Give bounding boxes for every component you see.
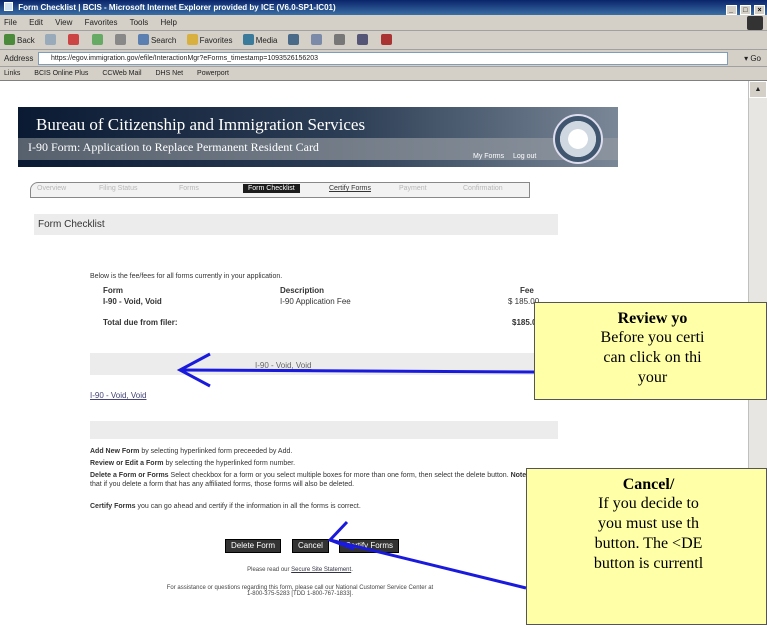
go-button[interactable]: ▾ Go (744, 50, 761, 67)
certify-forms-button[interactable]: Certify Forms (339, 539, 399, 553)
search-icon (137, 34, 149, 45)
site-banner: Bureau of Citizenship and Immigration Se… (18, 107, 618, 167)
history-icon (287, 34, 299, 45)
menu-file[interactable]: File (4, 18, 17, 27)
address-bar: Address https://egov.immigration.gov/efi… (0, 50, 767, 67)
window-title: Form Checklist | BCIS - Microsoft Intern… (18, 3, 336, 12)
links-label: Links (4, 70, 21, 77)
refresh-button[interactable] (91, 31, 105, 50)
fee-row-description: I-90 Application Fee (280, 297, 351, 306)
menu-bar: File Edit View Favorites Tools Help (0, 15, 767, 31)
my-forms-link[interactable]: My Forms (473, 153, 504, 160)
tab-confirmation: Confirmation (463, 185, 503, 192)
log-out-link[interactable]: Log out (513, 153, 536, 160)
form-subtitle: I-90 Form: Application to Replace Perman… (28, 140, 319, 154)
link-bcis-online-plus[interactable]: BCIS Online Plus (34, 70, 88, 77)
link-dhs-net[interactable]: DHS Net (155, 70, 183, 77)
assistance-note: For assistance or questions regarding th… (166, 585, 434, 597)
cancel-callout: Cancel/ If you decide to you must use th… (526, 468, 767, 625)
cancel-callout-line-3: button. The <DE (594, 535, 703, 552)
back-arrow-icon (4, 34, 15, 45)
print-button[interactable] (334, 31, 347, 50)
form-group-title[interactable]: I-90 - Void, Void (255, 361, 311, 370)
fees-intro-text: Below is the fee/fees for all forms curr… (90, 273, 283, 280)
secure-site-note: Please read our Secure Site Statement. (247, 567, 353, 573)
back-button[interactable]: Back (4, 31, 35, 50)
edit-button[interactable] (357, 31, 370, 50)
help-add-form: Add New Form by selecting hyperlinked fo… (90, 448, 293, 455)
menu-tools[interactable]: Tools (130, 18, 149, 27)
search-button[interactable]: Search (137, 31, 176, 50)
tab-payment: Payment (399, 185, 427, 192)
scroll-up-arrow-icon[interactable]: ▲ (749, 81, 767, 98)
review-callout-title: Review yo (617, 310, 688, 327)
menu-edit[interactable]: Edit (29, 18, 43, 27)
stop-icon (68, 34, 80, 45)
cancel-callout-title: Cancel/ (622, 476, 675, 493)
cancel-button[interactable]: Cancel (292, 539, 329, 553)
total-label: Total due from filer: (103, 318, 178, 327)
col-header-fee: Fee (520, 286, 534, 295)
review-callout-line-3: your (637, 369, 668, 386)
cancel-callout-line-4: button is currentl (593, 555, 704, 572)
col-header-description: Description (280, 286, 325, 295)
secure-site-statement-link[interactable]: Secure Site Statement (291, 567, 351, 573)
col-header-form: Form (103, 286, 123, 295)
window-titlebar: Form Checklist | BCIS - Microsoft Intern… (0, 0, 767, 15)
links-bar: Links BCIS Online Plus CCWeb Mail DHS Ne… (0, 67, 767, 81)
discuss-icon (380, 34, 392, 45)
progress-tabs: Overview Filing Status Forms Form Checkl… (30, 182, 530, 198)
forward-button[interactable] (45, 31, 58, 50)
review-callout: Review yo Before you certi can click on … (534, 302, 767, 400)
org-title: Bureau of Citizenship and Immigration Se… (36, 115, 366, 134)
ie-icon (4, 2, 13, 11)
fee-row-form: I-90 - Void, Void (103, 297, 162, 306)
section-divider (90, 421, 558, 439)
maximize-button[interactable]: □ (739, 5, 751, 15)
address-input[interactable]: https://egov.immigration.gov/efile/Inter… (38, 52, 728, 65)
history-button[interactable] (287, 31, 301, 50)
browser-toolbar: Back Search Favorites Media (0, 31, 767, 50)
close-button[interactable]: × (754, 5, 765, 15)
edit-icon (357, 34, 369, 45)
section-heading: Form Checklist (34, 214, 558, 235)
favorites-star-icon (186, 34, 198, 45)
link-powerport[interactable]: Powerport (197, 70, 229, 77)
home-icon (114, 34, 126, 45)
form-group-header (90, 353, 558, 375)
address-label: Address (4, 54, 34, 63)
mail-button[interactable] (310, 31, 324, 50)
stop-button[interactable] (68, 31, 81, 50)
menu-help[interactable]: Help (161, 18, 177, 27)
favorites-button[interactable]: Favorites (186, 31, 232, 50)
cancel-callout-line-2: you must use th (598, 515, 699, 532)
link-ccweb-mail[interactable]: CCWeb Mail (102, 70, 141, 77)
menu-view[interactable]: View (55, 18, 72, 27)
help-certify-forms: Certify Forms you can go ahead and certi… (90, 503, 361, 510)
forward-arrow-icon (45, 34, 57, 45)
tab-forms: Forms (179, 185, 199, 192)
form-edit-link[interactable]: I-90 - Void, Void (90, 391, 146, 400)
windows-logo-icon (747, 16, 763, 30)
refresh-icon (91, 34, 103, 45)
home-button[interactable] (114, 31, 128, 50)
tab-certify-forms[interactable]: Certify Forms (329, 185, 371, 192)
menu-favorites[interactable]: Favorites (85, 18, 118, 27)
print-icon (334, 34, 346, 45)
help-edit-form: Review or Edit a Form by selecting the h… (90, 460, 296, 467)
tab-overview: Overview (37, 185, 67, 192)
dhs-seal-icon (553, 114, 603, 164)
media-icon (242, 34, 254, 45)
review-callout-line-2: can click on thi (603, 349, 702, 366)
help-delete-form: Delete a Form or Forms Select checkbox f… (90, 472, 529, 488)
review-callout-line-1: Before you certi (600, 329, 705, 346)
tab-form-checklist[interactable]: Form Checklist (243, 184, 300, 193)
media-button[interactable]: Media (242, 31, 278, 50)
tab-filing-status: Filing Status (99, 185, 138, 192)
minimize-button[interactable]: _ (725, 5, 737, 15)
cancel-callout-line-1: If you decide to (598, 495, 699, 512)
mail-icon (310, 34, 322, 45)
discuss-button[interactable] (380, 31, 394, 50)
delete-form-button[interactable]: Delete Form (225, 539, 282, 553)
